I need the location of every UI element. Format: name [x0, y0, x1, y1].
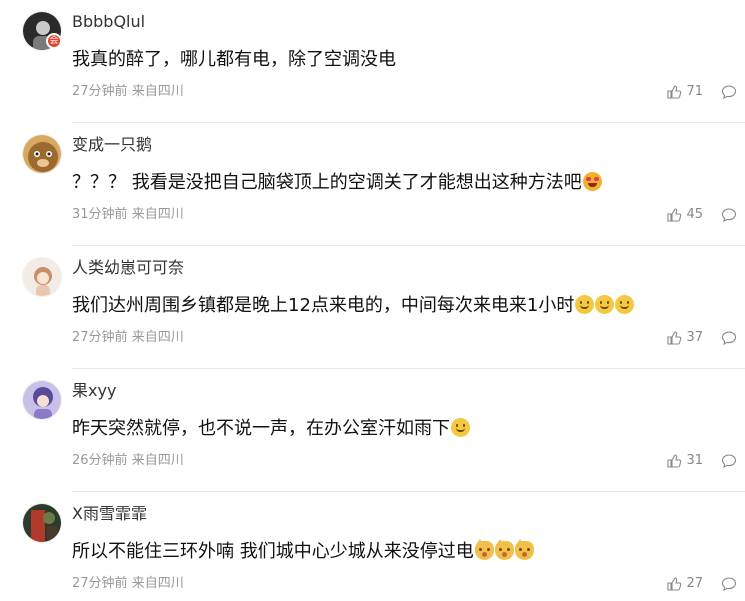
- avatar-image: [23, 258, 61, 296]
- comment-list: 会 BbbbQlul 我真的醉了，哪儿都有电，除了空调没电 27分钟前 来自四川…: [0, 0, 745, 601]
- avatar[interactable]: [22, 257, 62, 297]
- username[interactable]: 人类幼崽可可奈: [72, 257, 184, 279]
- thumbs-up-icon: [667, 577, 682, 591]
- username[interactable]: 变成一只鹅: [72, 134, 152, 156]
- comment-meta: 31分钟前 来自四川: [72, 206, 184, 224]
- comment-time: 31分钟前: [72, 207, 128, 222]
- like-count: 37: [686, 330, 703, 345]
- comment-text-body: ？？？ 我看是没把自己脑袋顶上的空调关了才能想出这种方法吧: [72, 172, 582, 193]
- comment-location: 来自四川: [131, 84, 184, 99]
- like-count: 45: [686, 207, 703, 222]
- comment-item: 果xyy 昨天突然就停，也不说一声，在办公室汗如雨下 26分钟前 来自四川 31: [0, 369, 745, 492]
- comment-text-body: 昨天突然就停，也不说一声，在办公室汗如雨下: [72, 418, 450, 439]
- username[interactable]: X雨雪霏霏: [72, 503, 147, 525]
- comment-item: X雨雪霏霏 所以不能住三环外喃 我们城中心少城从来没停过电 27分钟前 来自四川…: [0, 492, 745, 601]
- smile-emoji-icon: [615, 295, 635, 314]
- comment-meta: 27分钟前 来自四川: [72, 83, 184, 101]
- grinning-love-emoji-icon: [582, 172, 602, 191]
- reply-button[interactable]: [721, 453, 737, 469]
- avatar-image: [23, 504, 61, 542]
- comment-text: 我真的醉了，哪儿都有电，除了空调没电: [72, 46, 396, 74]
- comment-location: 来自四川: [131, 453, 184, 468]
- comment-text-body: 我真的醉了，哪儿都有电，除了空调没电: [72, 49, 396, 70]
- like-button[interactable]: 27: [666, 575, 703, 593]
- username[interactable]: 果xyy: [72, 380, 116, 402]
- avatar-image: [23, 135, 61, 173]
- avatar-image: [23, 381, 61, 419]
- avatar[interactable]: [22, 134, 62, 174]
- reply-button[interactable]: [721, 207, 737, 223]
- smile-emoji-icon: [575, 295, 595, 314]
- username[interactable]: BbbbQlul: [72, 11, 145, 33]
- comment-bubble-icon: [721, 577, 737, 592]
- comment-text: ？？？ 我看是没把自己脑袋顶上的空调关了才能想出这种方法吧: [72, 169, 602, 197]
- cat-emoji-icon: [494, 539, 514, 560]
- comment-item: 会 BbbbQlul 我真的醉了，哪儿都有电，除了空调没电 27分钟前 来自四川…: [0, 0, 745, 123]
- smile-emoji-icon: [451, 418, 470, 437]
- comment-time: 27分钟前: [72, 84, 128, 99]
- comment-location: 来自四川: [131, 330, 184, 345]
- comment-time: 27分钟前: [72, 576, 128, 591]
- comment-location: 来自四川: [131, 207, 184, 222]
- comment-item: 人类幼崽可可奈 我们达州周围乡镇都是晚上12点来电的，中间每次来电来1小时 27…: [0, 246, 745, 369]
- like-button[interactable]: 45: [666, 206, 703, 224]
- like-count: 27: [686, 576, 703, 591]
- comment-meta: 27分钟前 来自四川: [72, 329, 184, 347]
- comment-bubble-icon: [721, 208, 737, 223]
- comment-meta: 27分钟前 来自四川: [72, 575, 184, 593]
- like-button[interactable]: 71: [666, 83, 703, 101]
- reply-button[interactable]: [721, 576, 737, 592]
- reply-button[interactable]: [721, 330, 737, 346]
- like-count: 71: [686, 84, 703, 99]
- comment-location: 来自四川: [131, 576, 184, 591]
- thumbs-up-icon: [667, 331, 682, 345]
- comment-text: 我们达州周围乡镇都是晚上12点来电的，中间每次来电来1小时: [72, 292, 635, 320]
- reply-button[interactable]: [721, 84, 737, 100]
- comment-item: 变成一只鹅 ？？？ 我看是没把自己脑袋顶上的空调关了才能想出这种方法吧 31分钟…: [0, 123, 745, 246]
- thumbs-up-icon: [667, 85, 682, 99]
- like-count: 31: [686, 453, 703, 468]
- avatar[interactable]: [22, 380, 62, 420]
- comment-text: 所以不能住三环外喃 我们城中心少城从来没停过电: [72, 538, 534, 566]
- like-button[interactable]: 37: [666, 329, 703, 347]
- comment-bubble-icon: [721, 85, 737, 100]
- like-button[interactable]: 31: [666, 452, 703, 470]
- cat-emoji-icon: [514, 539, 534, 560]
- comment-text-body: 所以不能住三环外喃 我们城中心少城从来没停过电: [72, 541, 474, 562]
- avatar[interactable]: [22, 503, 62, 543]
- comment-text-body: 我们达州周围乡镇都是晚上12点来电的，中间每次来电来1小时: [72, 295, 575, 316]
- thumbs-up-icon: [667, 208, 682, 222]
- member-badge: 会: [46, 33, 62, 49]
- comment-time: 27分钟前: [72, 330, 128, 345]
- cat-emoji-icon: [474, 539, 494, 560]
- comment-bubble-icon: [721, 454, 737, 469]
- comment-bubble-icon: [721, 331, 737, 346]
- smile-emoji-icon: [595, 295, 615, 314]
- comment-text: 昨天突然就停，也不说一声，在办公室汗如雨下: [72, 415, 470, 443]
- thumbs-up-icon: [667, 454, 682, 468]
- comment-meta: 26分钟前 来自四川: [72, 452, 184, 470]
- comment-time: 26分钟前: [72, 453, 128, 468]
